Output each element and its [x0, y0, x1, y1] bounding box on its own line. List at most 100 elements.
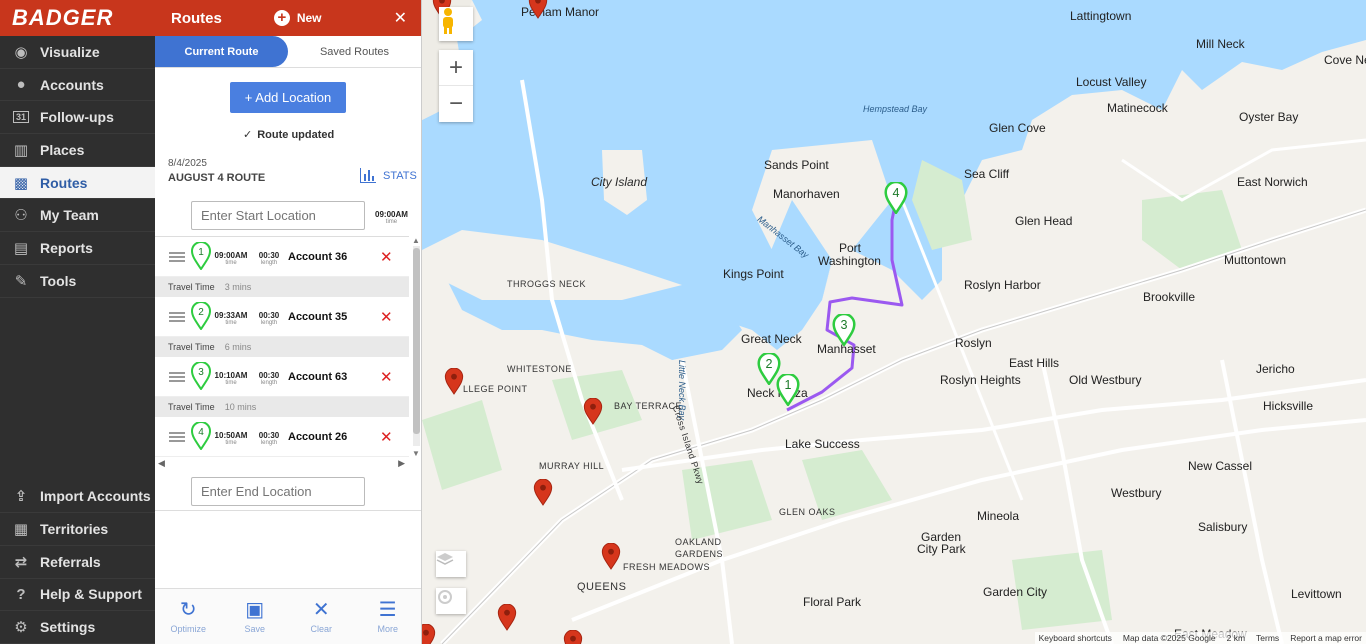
- stop-list-scrollbar[interactable]: ▲ ▼: [410, 236, 422, 458]
- route-stop-map-marker[interactable]: 2: [757, 353, 781, 385]
- map-label: Muttontown: [1224, 253, 1287, 267]
- stop-account-name[interactable]: Account 36: [288, 251, 347, 263]
- remove-stop-icon[interactable]: ✕: [380, 428, 393, 446]
- more-button[interactable]: ☰ More: [355, 589, 422, 644]
- route-stop-row[interactable]: 3 10:10AM time 00:30 length Account 63 ✕: [155, 357, 409, 397]
- badger-logo[interactable]: BADGER: [0, 0, 155, 36]
- map[interactable]: Pelham Manor Lattingtown Mill Neck Cove …: [422, 0, 1366, 644]
- stop-length[interactable]: 00:30 length: [257, 431, 281, 446]
- stop-length[interactable]: 00:30 length: [257, 311, 281, 326]
- start-time[interactable]: 09:00AM time: [375, 210, 408, 225]
- stop-time[interactable]: 09:00AM time: [214, 251, 248, 266]
- route-stop-map-marker[interactable]: 4: [884, 182, 908, 214]
- layers-icon[interactable]: [436, 551, 466, 577]
- account-map-pin[interactable]: [497, 604, 519, 634]
- nav-item-territories[interactable]: ▦ Territories: [0, 513, 155, 546]
- stop-account-name[interactable]: Account 63: [288, 371, 347, 383]
- clear-icon: ✕: [312, 599, 330, 621]
- stop-length[interactable]: 00:30 length: [257, 371, 281, 386]
- route-status-text: Route updated: [257, 129, 335, 141]
- scale-label[interactable]: 2 km: [1227, 633, 1245, 643]
- nav-item-help-support[interactable]: ? Help & Support: [0, 579, 155, 612]
- end-location-input[interactable]: [191, 477, 365, 506]
- scroll-thumb[interactable]: [413, 248, 420, 434]
- nav-item-tools[interactable]: ✎ Tools: [0, 265, 155, 298]
- stop-time[interactable]: 10:10AM time: [214, 371, 248, 386]
- map-label: Westbury: [1111, 486, 1162, 500]
- stop-marker-icon: 2: [190, 301, 212, 331]
- account-map-pin[interactable]: [601, 543, 623, 573]
- travel-time-row: Travel Time 6 mins: [155, 337, 409, 357]
- remove-stop-icon[interactable]: ✕: [380, 248, 393, 266]
- nav-item-referrals[interactable]: ⇄ Referrals: [0, 546, 155, 579]
- account-map-pin[interactable]: [583, 398, 605, 428]
- zoom-out-button[interactable]: −: [439, 86, 473, 122]
- drag-handle-icon[interactable]: [169, 372, 185, 384]
- stop-account-name[interactable]: Account 35: [288, 311, 347, 323]
- route-stop-map-marker[interactable]: 3: [832, 314, 856, 346]
- zoom-in-button[interactable]: +: [439, 50, 473, 86]
- stats-icon: [360, 168, 376, 183]
- remove-stop-icon[interactable]: ✕: [380, 308, 393, 326]
- add-location-button[interactable]: + Add Location: [230, 82, 346, 113]
- stop-time[interactable]: 09:33AM time: [214, 311, 248, 326]
- map-canvas[interactable]: [422, 0, 1366, 644]
- footer-label: Clear: [310, 624, 332, 634]
- horizontal-scrollbar[interactable]: ◀ ▶: [155, 458, 409, 470]
- nav-item-import-accounts[interactable]: ⇪ Import Accounts: [0, 481, 155, 514]
- scroll-up-arrow[interactable]: ▲: [412, 236, 420, 245]
- route-stop-row[interactable]: 1 09:00AM time 00:30 length Account 36 ✕: [155, 237, 409, 277]
- new-route-label: New: [296, 11, 322, 25]
- report-error-link[interactable]: Report a map error: [1290, 633, 1362, 643]
- close-icon[interactable]: ✕: [394, 8, 407, 28]
- nav-item-label: Referrals: [40, 553, 101, 570]
- stats-button[interactable]: STATS: [360, 168, 417, 183]
- tab-saved-routes[interactable]: Saved Routes: [288, 36, 421, 67]
- nav-item-accounts[interactable]: ● Accounts: [0, 69, 155, 102]
- route-stop-row[interactable]: 4 10:50AM time 00:30 length Account 26 ✕: [155, 417, 409, 457]
- nav-item-label: Visualize: [40, 43, 100, 60]
- stop-time[interactable]: 10:50AM time: [214, 431, 248, 446]
- street-view-pegman-icon[interactable]: [439, 7, 473, 41]
- stop-length[interactable]: 00:30 length: [257, 251, 281, 266]
- nav-item-follow-ups[interactable]: 31 Follow-ups: [0, 101, 155, 135]
- scroll-down-arrow[interactable]: ▼: [412, 449, 420, 458]
- nav-item-places[interactable]: ▥ Places: [0, 134, 155, 167]
- nav-item-reports[interactable]: ▤ Reports: [0, 232, 155, 265]
- map-label: Lake Success: [785, 437, 860, 451]
- nav-item-visualize[interactable]: ◉ Visualize: [0, 36, 155, 69]
- clear-button[interactable]: ✕ Clear: [288, 589, 355, 644]
- upload-icon: ⇪: [14, 488, 28, 506]
- account-map-pin[interactable]: [422, 624, 438, 644]
- scroll-left-arrow[interactable]: ◀: [158, 458, 165, 469]
- terms-link[interactable]: Terms: [1256, 633, 1279, 643]
- map-label: MURRAY HILL: [539, 461, 605, 471]
- new-route-button[interactable]: + New: [273, 10, 322, 26]
- locate-me-icon[interactable]: [436, 588, 466, 614]
- save-button[interactable]: ▣ Save: [222, 589, 289, 644]
- tab-current-route[interactable]: Current Route: [155, 36, 288, 67]
- remove-stop-icon[interactable]: ✕: [380, 368, 393, 386]
- account-map-pin[interactable]: [563, 630, 585, 644]
- keyboard-shortcuts-link[interactable]: Keyboard shortcuts: [1039, 633, 1112, 643]
- map-label: East Hills: [1009, 356, 1060, 370]
- optimize-button[interactable]: ↻ Optimize: [155, 589, 222, 644]
- account-map-pin[interactable]: [444, 368, 466, 398]
- map-label: Roslyn Harbor: [964, 278, 1041, 292]
- account-map-pin[interactable]: [533, 479, 555, 509]
- nav-item-settings[interactable]: ⚙ Settings: [0, 611, 155, 644]
- drag-handle-icon[interactable]: [169, 252, 185, 264]
- map-label: Sea Cliff: [964, 167, 1010, 181]
- scroll-right-arrow[interactable]: ▶: [398, 458, 405, 469]
- nav-item-routes[interactable]: ▩ Routes: [0, 166, 155, 200]
- route-stop-row[interactable]: 2 09:33AM time 00:30 length Account 35 ✕: [155, 297, 409, 337]
- nav-item-my-team[interactable]: ⚇ My Team: [0, 199, 155, 233]
- stop-account-name[interactable]: Account 26: [288, 431, 347, 443]
- account-map-pin[interactable]: [528, 0, 550, 22]
- start-location-input[interactable]: [191, 201, 365, 230]
- nav-item-label: My Team: [40, 207, 99, 224]
- map-label: Oyster Bay: [1239, 110, 1299, 124]
- drag-handle-icon[interactable]: [169, 432, 185, 444]
- drag-handle-icon[interactable]: [169, 312, 185, 324]
- map-label: FRESH MEADOWS: [623, 562, 711, 572]
